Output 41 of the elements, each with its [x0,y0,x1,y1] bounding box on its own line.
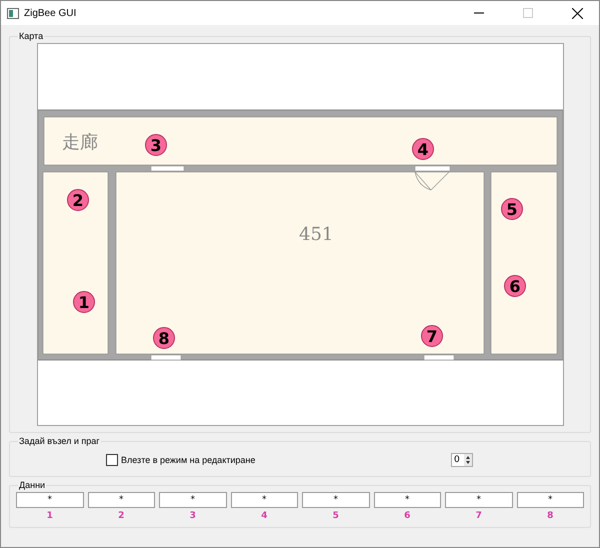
node-number: 2 [118,511,124,521]
close-icon [572,8,582,18]
maximize-icon [523,8,533,18]
node-marker[interactable]: 4 [412,138,434,160]
node-marker[interactable]: 1 [73,291,95,313]
checkbox-label: Влезте в режим на редактиране [121,455,256,465]
room-label: 451 [299,224,334,245]
data-field[interactable]: * [230,492,298,508]
node-number: 4 [261,511,268,521]
edit-mode-checkbox[interactable] [106,454,118,466]
door-drawing [150,166,184,172]
node-marker[interactable]: 8 [153,327,175,349]
node-number: 3 [190,511,196,521]
node-number: 1 [46,511,53,521]
data-field[interactable]: * [374,492,441,508]
node-marker[interactable]: 3 [145,134,167,156]
node-marker[interactable]: 5 [501,198,523,220]
node-marker[interactable]: 6 [504,275,526,297]
room-label: 走廊 [62,132,98,153]
node-marker[interactable]: 2 [67,189,89,211]
data-field[interactable]: * [88,492,155,508]
door-drawing [414,166,450,190]
window-title: ZigBee GUI [24,8,78,18]
node-number: 6 [404,511,410,521]
node-number: 8 [547,511,554,521]
data-field[interactable]: * [159,492,226,508]
door-drawing [424,354,454,360]
group-title: Карта [18,31,44,41]
node-number: 5 [332,511,339,521]
group-title: Данни [18,480,46,490]
data-field[interactable]: * [302,492,370,508]
node-marker[interactable]: 7 [421,325,443,347]
data-field[interactable]: * [445,492,512,508]
door-drawing [150,354,182,360]
data-field[interactable]: * [516,492,584,508]
app-icon [7,8,19,18]
group-title: Задай възел и праг [18,436,101,446]
threshold-spinbox[interactable]: 0 [451,453,473,467]
node-number: 7 [476,511,482,521]
spin-arrows-icon[interactable] [464,454,472,466]
data-field[interactable]: * [16,492,84,508]
